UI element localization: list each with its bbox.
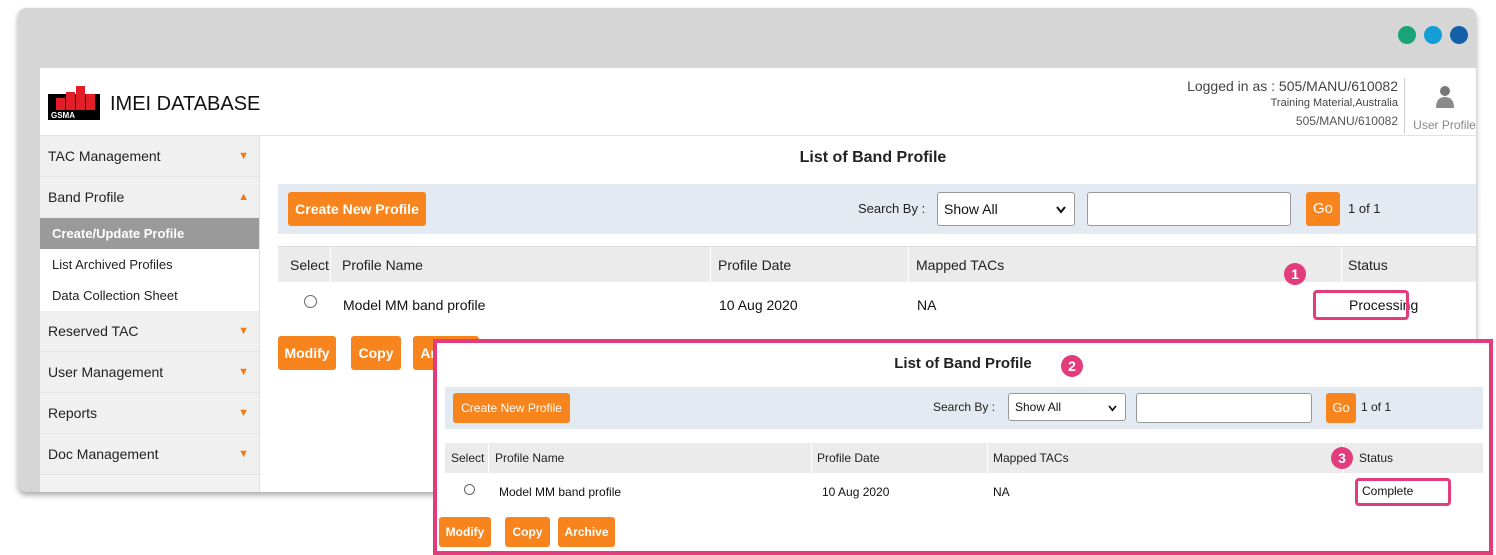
- sidebar-subitem-data-collection-sheet[interactable]: Data Collection Sheet: [40, 280, 259, 311]
- search-by-select[interactable]: Show All: [937, 192, 1075, 226]
- app-title: IMEI DATABASE: [110, 93, 261, 115]
- sidebar-subitem-create-update-profile[interactable]: Create/Update Profile: [40, 218, 259, 249]
- go-button[interactable]: Go: [1306, 192, 1340, 226]
- sidebar-item-label: User Management: [48, 364, 164, 380]
- column-select: Select: [290, 257, 329, 273]
- chevron-down-icon: [1108, 405, 1117, 412]
- chevron-down-icon: ▼: [238, 150, 249, 162]
- page-info: 1 of 1: [1348, 201, 1381, 216]
- sidebar-item-user-management[interactable]: User Management ▼: [40, 352, 259, 393]
- column-status: Status: [1348, 257, 1388, 273]
- column-divider: [488, 443, 489, 473]
- callout-badge-2: 2: [1061, 355, 1083, 377]
- inset-search-by-value: Show All: [1015, 400, 1062, 414]
- inset-column-status: Status: [1359, 451, 1394, 465]
- inset-copy-button[interactable]: Copy: [505, 517, 550, 547]
- window-dot-cyan[interactable]: [1424, 26, 1442, 44]
- inset-page-info: 1 of 1: [1361, 400, 1392, 414]
- sidebar-item-label: Reports: [48, 405, 98, 421]
- search-toolbar: Create New Profile Search By : Show All …: [278, 184, 1476, 234]
- inset-panel: List of Band Profile 2 Create New Profil…: [433, 339, 1493, 555]
- organization-text: Training Material,Australia: [1270, 97, 1398, 109]
- column-divider: [710, 247, 711, 283]
- sidebar-item-label: Doc Management: [48, 446, 159, 462]
- inset-page-title: List of Band Profile: [894, 355, 1032, 372]
- column-profile-name: Profile Name: [342, 257, 423, 273]
- inset-column-profile-name: Profile Name: [495, 451, 565, 465]
- row-select-radio[interactable]: [304, 295, 317, 308]
- sidebar-item-tac-management[interactable]: TAC Management ▼: [40, 136, 259, 177]
- chevron-down-icon: ▼: [238, 366, 249, 378]
- copy-button[interactable]: Copy: [351, 336, 401, 370]
- sidebar-subitem-list-archived-profiles[interactable]: List Archived Profiles: [40, 249, 259, 280]
- create-new-profile-button[interactable]: Create New Profile: [288, 192, 426, 226]
- profile-date-cell: 10 Aug 2020: [719, 297, 798, 313]
- window-dot-green[interactable]: [1398, 26, 1416, 44]
- logged-in-text: Logged in as : 505/MANU/610082: [1187, 78, 1398, 94]
- search-input[interactable]: [1087, 192, 1291, 226]
- callout-badge-3: 3: [1331, 447, 1353, 469]
- sidebar-item-label: Band Profile: [48, 189, 125, 205]
- sidebar: TAC Management ▼ Band Profile ▲ Create/U…: [40, 136, 260, 492]
- chevron-up-icon: ▲: [238, 191, 249, 203]
- column-mapped-tacs: Mapped TACs: [916, 257, 1005, 273]
- user-code-text: 505/MANU/610082: [1295, 114, 1398, 128]
- inset-row-select-radio[interactable]: [464, 484, 475, 495]
- inset-column-select: Select: [451, 451, 485, 465]
- chevron-down-icon: ▼: [238, 448, 249, 460]
- search-by-value: Show All: [944, 201, 998, 217]
- inset-search-toolbar: Create New Profile Search By : Show All …: [445, 387, 1483, 429]
- column-divider: [330, 247, 331, 283]
- profile-name-cell: Model MM band profile: [343, 297, 486, 313]
- search-by-label: Search By :: [858, 201, 926, 216]
- user-profile-label: User Profile: [1413, 118, 1476, 132]
- inset-column-mapped-tacs: Mapped TACs: [993, 451, 1069, 465]
- callout-badge-1: 1: [1284, 263, 1306, 285]
- chevron-down-icon: [1056, 206, 1066, 214]
- sidebar-item-doc-management[interactable]: Doc Management ▼: [40, 434, 259, 475]
- inset-search-input[interactable]: [1136, 393, 1312, 423]
- column-divider: [987, 443, 988, 473]
- inset-column-profile-date: Profile Date: [817, 451, 880, 465]
- chevron-down-icon: ▼: [238, 325, 249, 337]
- login-info: Logged in as : 505/MANU/610082 Training …: [1187, 78, 1398, 128]
- sidebar-item-label: TAC Management: [48, 148, 161, 164]
- user-avatar-icon: [1435, 86, 1454, 108]
- inset-profile-name-cell: Model MM band profile: [499, 485, 622, 499]
- inset-archive-button[interactable]: Archive: [558, 517, 615, 547]
- status-highlight-complete: [1355, 478, 1451, 506]
- chevron-down-icon: ▼: [238, 407, 249, 419]
- column-divider: [811, 443, 812, 473]
- inset-search-by-select[interactable]: Show All: [1008, 393, 1126, 421]
- column-profile-date: Profile Date: [718, 257, 792, 273]
- inset-search-by-label: Search By :: [933, 400, 996, 414]
- inset-mapped-tacs-cell: NA: [993, 485, 1010, 499]
- mapped-tacs-cell: NA: [917, 297, 937, 313]
- column-divider: [1341, 247, 1342, 283]
- inset-table-header: Select Profile Name Profile Date Mapped …: [445, 443, 1483, 473]
- inset-profile-date-cell: 10 Aug 2020: [822, 485, 890, 499]
- inset-go-button[interactable]: Go: [1326, 393, 1356, 423]
- column-divider: [908, 247, 909, 283]
- sidebar-item-label: Reserved TAC: [48, 323, 139, 339]
- modify-button[interactable]: Modify: [278, 336, 336, 370]
- inset-modify-button[interactable]: Modify: [439, 517, 491, 547]
- app-header: GSMA IMEI DATABASE Logged in as : 505/MA…: [40, 68, 1476, 136]
- sidebar-item-reserved-tac[interactable]: Reserved TAC ▼: [40, 311, 259, 352]
- status-highlight-processing: [1313, 290, 1409, 320]
- window-controls: [1398, 26, 1468, 44]
- inset-create-new-profile-button[interactable]: Create New Profile: [453, 393, 570, 423]
- gsma-logo-icon: GSMA: [44, 80, 106, 130]
- window-dot-blue[interactable]: [1450, 26, 1468, 44]
- sidebar-item-reports[interactable]: Reports ▼: [40, 393, 259, 434]
- svg-text:GSMA: GSMA: [51, 111, 75, 120]
- user-profile-button[interactable]: User Profile: [1404, 78, 1476, 134]
- page-title: List of Band Profile: [799, 149, 947, 166]
- sidebar-item-band-profile[interactable]: Band Profile ▲: [40, 177, 259, 218]
